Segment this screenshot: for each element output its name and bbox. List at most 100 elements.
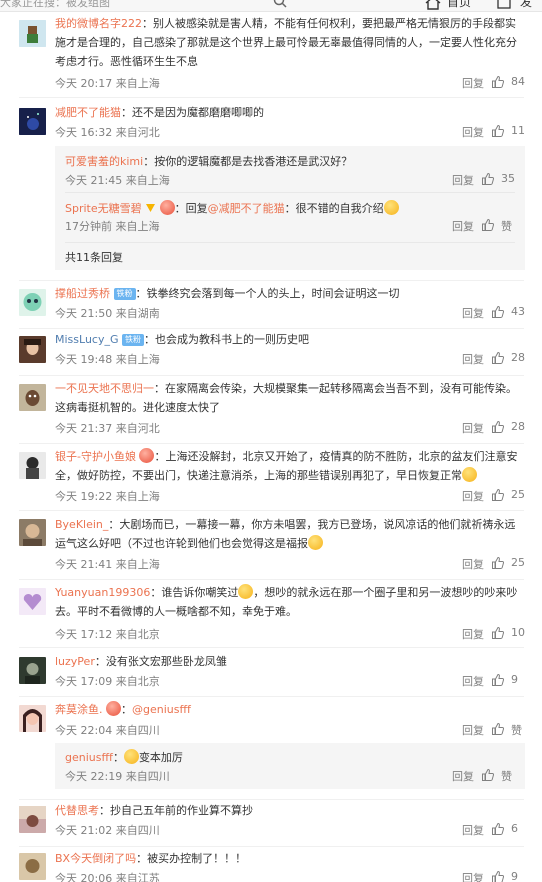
- reply-button[interactable]: 回复: [462, 305, 484, 321]
- comment-text: luzyPer：没有张文宏那些卧龙凤雏: [55, 655, 227, 668]
- like-count: 10: [511, 626, 525, 639]
- avatar[interactable]: [19, 853, 46, 880]
- comment-item: Yuanyuan199306：谁告诉你嘲笑过 ，想吵的就永远在那一个圈子里和另一波…: [0, 580, 542, 647]
- like-count: 28: [511, 351, 525, 364]
- avatar[interactable]: [19, 806, 46, 833]
- reply-time: 17分钟前 来自上海: [65, 220, 160, 233]
- avatar[interactable]: [19, 108, 46, 135]
- reply-username[interactable]: 可爱害羞的kimi: [65, 155, 143, 168]
- thumbs-up-icon[interactable]: [491, 305, 505, 322]
- reply-button[interactable]: 回复: [462, 870, 484, 882]
- comment-meta: 今天 21:37 来自河北 回复 28: [55, 420, 525, 436]
- avatar[interactable]: [19, 519, 46, 546]
- home-link[interactable]: 首页: [447, 0, 471, 10]
- post-link[interactable]: 发: [520, 0, 532, 10]
- comment-meta: 今天 16:32 来自河北 回复 11: [55, 124, 525, 140]
- reply-button[interactable]: 回复: [462, 420, 484, 436]
- comment-time: 今天 19:48 来自上海: [55, 353, 160, 366]
- like-count: 赞: [501, 770, 512, 783]
- comment-username[interactable]: Yuanyuan199306: [55, 586, 150, 599]
- like-count: 9: [511, 870, 518, 882]
- thumbs-up-icon[interactable]: [491, 673, 505, 690]
- emoji-icon: [238, 584, 254, 599]
- thumbs-up-icon[interactable]: [491, 420, 505, 437]
- comment-username[interactable]: 我的微博名字222: [55, 17, 142, 30]
- edit-icon[interactable]: [497, 0, 513, 11]
- divider: [65, 192, 515, 193]
- reply-button[interactable]: 回复: [462, 822, 484, 838]
- comment-username[interactable]: BX今天倒闭了吗: [55, 852, 136, 865]
- comment-time: 今天 16:32 来自河北: [55, 126, 160, 139]
- reply-item: geniusfff： 变本加厉 今天 22:19 来自四川 回复 赞: [65, 748, 515, 786]
- comment-username[interactable]: 撑船过秀桥: [55, 287, 110, 300]
- reply-button[interactable]: 回复: [462, 75, 484, 91]
- avatar[interactable]: [19, 384, 46, 411]
- comment-username[interactable]: luzyPer: [55, 655, 95, 668]
- search-input[interactable]: 大家正在搜：被发组图: [0, 0, 110, 10]
- comment-item: luzyPer：没有张文宏那些卧龙凤雏 今天 17:09 来自北京 回复 9: [0, 648, 542, 696]
- emoji-icon: [159, 200, 175, 215]
- thumbs-up-icon[interactable]: [491, 626, 505, 643]
- comment-username[interactable]: 奔莫涂鱼.: [55, 703, 103, 716]
- search-icon[interactable]: [273, 0, 287, 11]
- comment-time: 今天 19:22 来自上海: [55, 490, 160, 503]
- reply-button[interactable]: 回复: [462, 673, 484, 689]
- avatar[interactable]: [19, 705, 46, 732]
- reply-username[interactable]: Sprite无糖雪碧: [65, 202, 142, 215]
- like-count: 28: [511, 420, 525, 433]
- reply-button[interactable]: 回复: [462, 351, 484, 367]
- comment-text: 减肥不了能猫：还不是因为魔都磨磨唧唧的: [55, 106, 264, 119]
- thumbs-up-icon[interactable]: [481, 218, 495, 235]
- badge-icon: [145, 200, 156, 212]
- comment-username[interactable]: MissLucy_G: [55, 333, 119, 346]
- comment-text: 一不见天地不思归一：在家隔离会传染，大规模聚集一起转移隔离会当吾不到，没有可能传…: [55, 382, 517, 414]
- reply-time: 今天 22:19 来自四川: [65, 770, 170, 783]
- comment-username[interactable]: ByeKlein_: [55, 518, 108, 531]
- comment-text: Yuanyuan199306：谁告诉你嘲笑过 ，想吵的就永远在那一个圈子里和另一波…: [55, 584, 518, 618]
- reply-button[interactable]: 回复: [452, 768, 474, 784]
- avatar[interactable]: [19, 452, 46, 479]
- comment-meta: 今天 17:12 来自北京 回复 10: [55, 626, 525, 642]
- reply-button[interactable]: 回复: [462, 626, 484, 642]
- avatar[interactable]: [19, 20, 46, 47]
- reply-button[interactable]: 回复: [452, 172, 474, 188]
- reply-button[interactable]: 回复: [462, 722, 484, 738]
- comment-text: 银子-守护小鱼娘 ：上海还没解封，北京又开始了，疫情真的防不胜防，北京的盆友们注…: [55, 448, 518, 482]
- thumbs-up-icon[interactable]: [491, 488, 505, 505]
- reply-button[interactable]: 回复: [462, 556, 484, 572]
- emoji-icon: [106, 701, 121, 716]
- thumbs-up-icon[interactable]: [491, 870, 505, 882]
- thumbs-up-icon[interactable]: [491, 124, 505, 141]
- reply-username[interactable]: geniusfff: [65, 751, 113, 764]
- thumbs-up-icon[interactable]: [491, 351, 505, 368]
- comment-meta: 今天 19:48 来自上海 回复 28: [55, 351, 525, 367]
- comment-time: 今天 17:09 来自北京: [55, 675, 160, 688]
- avatar[interactable]: [19, 588, 46, 615]
- comment-item: 减肥不了能猫：还不是因为魔都磨磨唧唧的 今天 16:32 来自河北 回复 11 …: [0, 98, 542, 280]
- reply-button[interactable]: 回复: [462, 488, 484, 504]
- mention-link[interactable]: @geniusfff: [132, 703, 191, 716]
- avatar[interactable]: [19, 336, 46, 363]
- comment-username[interactable]: 减肥不了能猫: [55, 106, 121, 119]
- avatar[interactable]: [19, 657, 46, 684]
- comment-username[interactable]: 一不见天地不思归一: [55, 382, 154, 395]
- comment-username[interactable]: 代替思考: [55, 804, 99, 817]
- comment-meta: 今天 19:22 来自上海 回复 25: [55, 488, 525, 504]
- comment-item: 银子-守护小鱼娘 ：上海还没解封，北京又开始了，疫情真的防不胜防，北京的盆友们注…: [0, 444, 542, 510]
- thumbs-up-icon[interactable]: [491, 722, 505, 739]
- more-replies-link[interactable]: 共11条回复: [65, 248, 515, 267]
- thumbs-up-icon[interactable]: [481, 768, 495, 785]
- thumbs-up-icon[interactable]: [491, 75, 505, 92]
- thumbs-up-icon[interactable]: [491, 556, 505, 573]
- reply-button[interactable]: 回复: [452, 218, 474, 234]
- home-icon[interactable]: [425, 0, 441, 11]
- like-count: 6: [511, 822, 518, 835]
- comment-username[interactable]: 银子-守护小鱼娘: [55, 450, 136, 463]
- thumbs-up-icon[interactable]: [491, 822, 505, 839]
- avatar[interactable]: [19, 289, 46, 316]
- reply-button[interactable]: 回复: [462, 124, 484, 140]
- reply-meta: 今天 22:19 来自四川 回复 赞: [65, 768, 515, 784]
- thumbs-up-icon[interactable]: [481, 172, 495, 189]
- mention-link[interactable]: @减肥不了能猫: [208, 202, 285, 215]
- emoji-icon: [383, 200, 399, 215]
